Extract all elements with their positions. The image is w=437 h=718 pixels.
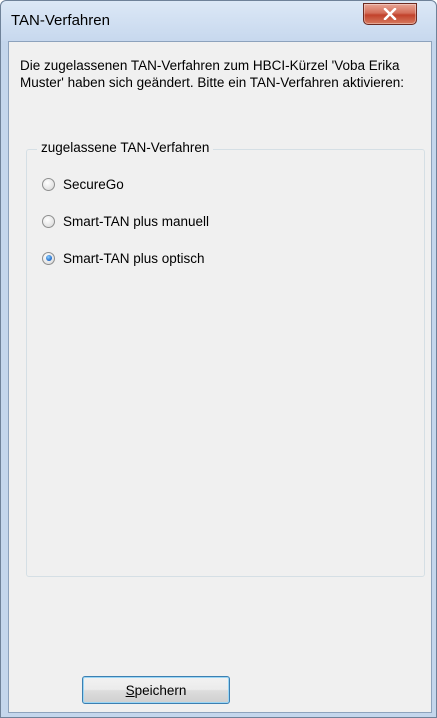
title-bar[interactable]: TAN-Verfahren xyxy=(1,1,436,41)
window-title: TAN-Verfahren xyxy=(11,12,110,29)
dialog-content: Die zugelassenen TAN-Verfahren zum HBCI-… xyxy=(8,41,432,713)
save-label: peichern xyxy=(134,682,187,698)
option-securego[interactable]: SecureGo xyxy=(42,175,124,193)
save-mnemonic: S xyxy=(125,682,135,698)
save-button[interactable]: Speichern xyxy=(82,676,230,704)
dialog-window: TAN-Verfahren Die zugelassenen TAN-Verfa… xyxy=(0,0,437,718)
radio-button[interactable] xyxy=(42,177,55,191)
option-smart-tan-manuell[interactable]: Smart-TAN plus manuell xyxy=(42,212,209,230)
tan-method-group: zugelassene TAN-Verfahren SecureGo Smart… xyxy=(26,140,425,577)
info-message: Die zugelassenen TAN-Verfahren zum HBCI-… xyxy=(20,58,405,90)
option-label: Smart-TAN plus optisch xyxy=(63,250,205,266)
radio-button[interactable] xyxy=(42,214,55,228)
option-smart-tan-optisch[interactable]: Smart-TAN plus optisch xyxy=(42,249,205,267)
radio-button-selected[interactable] xyxy=(42,251,55,265)
close-icon xyxy=(383,8,397,20)
option-label: Smart-TAN plus manuell xyxy=(63,213,210,229)
group-label: zugelassene TAN-Verfahren xyxy=(37,140,214,155)
option-label: SecureGo xyxy=(63,176,124,192)
close-button[interactable] xyxy=(363,3,417,25)
